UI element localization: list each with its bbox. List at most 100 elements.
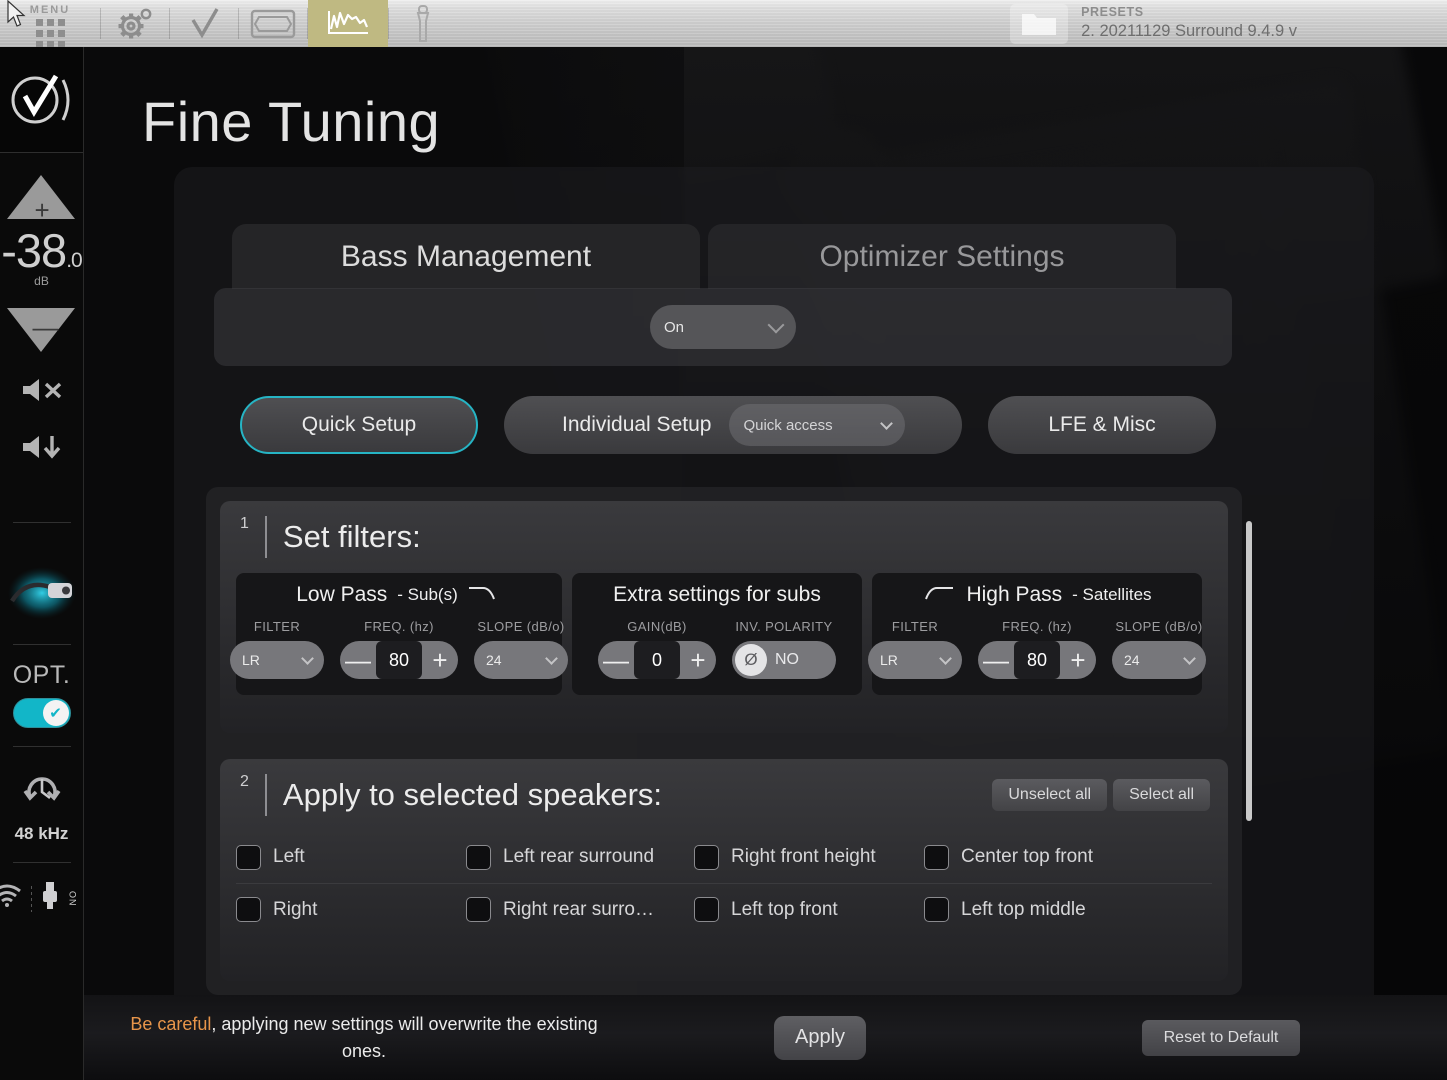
inv-polarity-field: INV. POLARITY Ø NO bbox=[732, 619, 836, 679]
speaker-label: Left rear surround bbox=[503, 846, 655, 867]
low-pass-freq-increment[interactable]: + bbox=[422, 647, 458, 673]
speaker-checkbox-right-rear-surround[interactable]: Right rear surro… bbox=[466, 897, 694, 922]
toolbar-tab-calibration[interactable] bbox=[170, 0, 238, 47]
setup-mode-row: Quick Setup Individual Setup Quick acces… bbox=[240, 396, 1370, 454]
toolbar-tab-settings[interactable] bbox=[101, 0, 169, 47]
sample-rate-value: 48 kHz bbox=[14, 824, 69, 843]
high-pass-slope-value: 24 bbox=[1124, 652, 1140, 668]
low-pass-title: Low Pass - Sub(s) bbox=[236, 583, 562, 607]
vertical-scrollbar[interactable] bbox=[1246, 521, 1252, 821]
page-title: Fine Tuning bbox=[142, 90, 441, 153]
low-pass-title-main: Low Pass bbox=[296, 583, 388, 606]
speaker-label: Right bbox=[273, 898, 318, 920]
low-pass-filter-value: LR bbox=[242, 652, 260, 668]
wifi-icon[interactable] bbox=[0, 884, 23, 913]
high-pass-slope-label: SLOPE (dB/o) bbox=[1115, 619, 1203, 634]
grid-menu-icon bbox=[35, 18, 65, 47]
high-pass-freq-increment[interactable]: + bbox=[1060, 647, 1096, 673]
unselect-all-button[interactable]: Unselect all bbox=[992, 779, 1108, 811]
high-pass-freq-field: FREQ. (hz) — 80 + bbox=[978, 619, 1096, 679]
tab-bass-management[interactable]: Bass Management bbox=[232, 224, 700, 289]
low-pass-slope-select[interactable]: 24 bbox=[474, 641, 568, 679]
individual-setup-button[interactable]: Individual Setup Quick access bbox=[504, 396, 962, 454]
quick-setup-label: Quick Setup bbox=[301, 413, 417, 436]
quick-setup-button[interactable]: Quick Setup bbox=[240, 396, 478, 454]
speaker-checkbox-left-top-middle[interactable]: Left top middle bbox=[924, 897, 1154, 922]
low-pass-filter-select[interactable]: LR bbox=[230, 641, 324, 679]
low-pass-freq-value[interactable]: 80 bbox=[376, 641, 422, 679]
checkbox-icon[interactable] bbox=[236, 844, 261, 870]
checkbox-icon[interactable] bbox=[694, 844, 719, 870]
toolbar-tab-graph[interactable] bbox=[308, 0, 388, 47]
brand-logo[interactable] bbox=[0, 47, 83, 153]
checkbox-icon[interactable] bbox=[236, 897, 261, 922]
high-pass-title: High Pass - Satellites bbox=[872, 583, 1202, 607]
sample-rate-indicator bbox=[19, 767, 65, 818]
speaker-checkbox-right-front-height[interactable]: Right front height bbox=[694, 844, 924, 870]
high-pass-slope-select[interactable]: 24 bbox=[1112, 641, 1206, 679]
volume-up-button[interactable]: + bbox=[7, 175, 76, 223]
checkbox-icon[interactable] bbox=[924, 844, 949, 870]
volume-down-button[interactable]: — bbox=[7, 308, 76, 352]
mute-icon bbox=[19, 376, 65, 409]
reset-to-default-button[interactable]: Reset to Default bbox=[1142, 1019, 1300, 1056]
speaker-checkbox-right[interactable]: Right bbox=[236, 897, 466, 922]
low-pass-slope-label: SLOPE (dB/o) bbox=[477, 619, 565, 634]
optimizer-toggle[interactable]: ✔ bbox=[12, 698, 71, 728]
section-divider bbox=[264, 516, 267, 558]
section-1-title: Set filters: bbox=[282, 519, 421, 554]
checkbox-icon[interactable] bbox=[694, 897, 719, 922]
connection-state-label: ON bbox=[67, 890, 78, 907]
toolbar-tab-display[interactable] bbox=[239, 0, 307, 47]
dim-button[interactable] bbox=[19, 433, 65, 466]
chevron-down-icon bbox=[545, 651, 558, 665]
gain-value[interactable]: 0 bbox=[634, 641, 680, 679]
toolbar-tab-microphone[interactable] bbox=[389, 0, 457, 47]
extra-settings-title-main: Extra settings for subs bbox=[613, 583, 821, 606]
dotted-divider bbox=[30, 885, 32, 912]
quick-access-select[interactable]: Quick access bbox=[729, 404, 906, 446]
section-set-filters: 1 Set filters: Low Pass - Sub(s) FILTER … bbox=[220, 501, 1228, 733]
gain-decrement[interactable]: — bbox=[598, 647, 634, 673]
mute-button[interactable] bbox=[19, 376, 65, 409]
high-pass-filter-select[interactable]: LR bbox=[868, 641, 962, 679]
checkbox-icon[interactable] bbox=[924, 897, 949, 922]
apply-button[interactable]: Apply bbox=[774, 1015, 866, 1060]
folder-icon bbox=[1020, 10, 1058, 38]
bottom-action-bar: Be careful, applying new settings will o… bbox=[84, 995, 1447, 1080]
checkbox-icon[interactable] bbox=[466, 844, 491, 870]
volume-control: + -38.0 dB — bbox=[1, 153, 83, 352]
inv-polarity-toggle[interactable]: Ø NO bbox=[732, 641, 836, 679]
high-pass-freq-value[interactable]: 80 bbox=[1014, 641, 1060, 679]
tab-optimizer-settings[interactable]: Optimizer Settings bbox=[708, 224, 1176, 289]
mic-status-indicator[interactable] bbox=[6, 563, 78, 630]
lfe-misc-label: LFE & Misc bbox=[1048, 413, 1156, 436]
section-2-title: Apply to selected speakers: bbox=[282, 777, 663, 812]
usb-plug-icon[interactable] bbox=[40, 881, 60, 916]
gain-stepper: — 0 + bbox=[598, 641, 716, 679]
bass-management-enable-select[interactable]: On bbox=[650, 305, 796, 349]
sidebar-divider bbox=[12, 862, 71, 863]
speaker-label: Left top middle bbox=[961, 898, 1086, 920]
inv-polarity-value: NO bbox=[775, 651, 799, 668]
speaker-checkbox-left-rear-surround[interactable]: Left rear surround bbox=[466, 844, 694, 870]
speaker-checkbox-left[interactable]: Left bbox=[236, 844, 466, 870]
speaker-checkbox-left-top-front[interactable]: Left top front bbox=[694, 897, 924, 922]
plus-icon: + bbox=[34, 195, 50, 225]
low-pass-freq-label: FREQ. (hz) bbox=[364, 619, 434, 634]
menu-label: MENU bbox=[29, 3, 71, 16]
high-pass-filter-label: FILTER bbox=[891, 619, 939, 634]
speaker-checkbox-center-top-front[interactable]: Center top front bbox=[924, 844, 1154, 870]
sidebar-divider bbox=[12, 644, 71, 645]
gain-increment[interactable]: + bbox=[680, 647, 716, 673]
lfe-misc-button[interactable]: LFE & Misc bbox=[988, 396, 1216, 454]
checkbox-icon[interactable] bbox=[466, 897, 491, 922]
section-divider bbox=[264, 774, 267, 816]
folder-icon-wrap bbox=[1010, 3, 1069, 44]
presets-button[interactable]: PRESETS 2. 20211129 Surround 9.4.9 v bbox=[1010, 0, 1447, 47]
lowpass-curve-icon bbox=[468, 583, 502, 607]
select-all-button[interactable]: Select all bbox=[1113, 779, 1210, 811]
low-pass-title-sub: - Sub(s) bbox=[397, 585, 458, 604]
high-pass-freq-decrement[interactable]: — bbox=[978, 647, 1014, 673]
low-pass-freq-decrement[interactable]: — bbox=[340, 647, 376, 673]
